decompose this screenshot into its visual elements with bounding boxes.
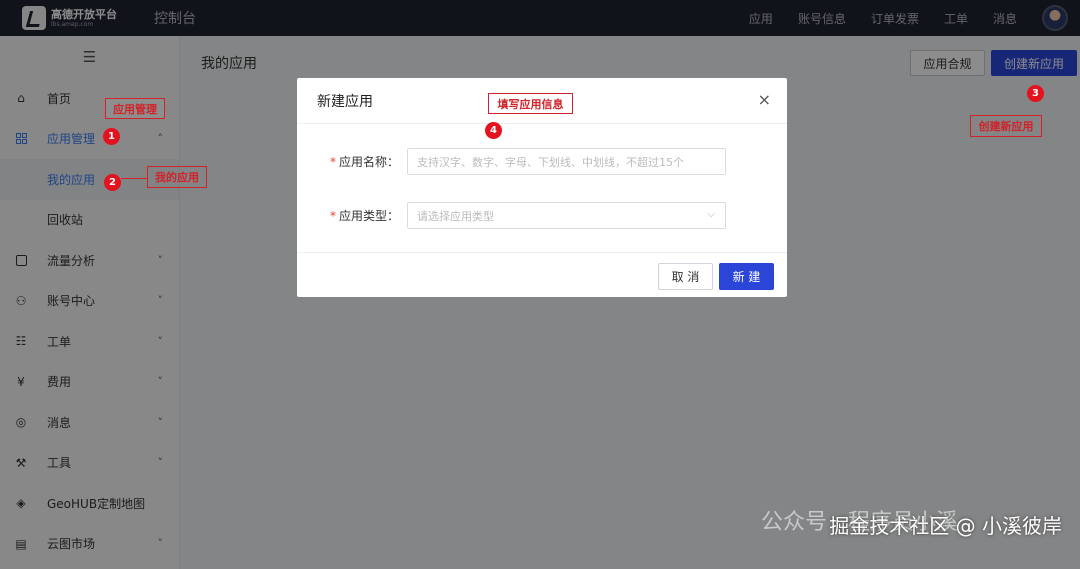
annotation-create-new-app: 创建新应用	[970, 115, 1042, 137]
watermark-text: 掘金技术社区 @ 小溪彼岸	[829, 514, 1062, 538]
required-mark: *	[329, 209, 336, 223]
app-name-label: * 应用名称：	[329, 155, 399, 169]
annotation-app-management: 应用管理	[105, 98, 165, 119]
cancel-button[interactable]: 取 消	[658, 263, 713, 290]
app-type-label: * 应用类型：	[329, 209, 399, 223]
annotation-badge-3: 3	[1027, 85, 1044, 102]
annotation-badge-2: 2	[104, 174, 121, 191]
required-mark: *	[329, 155, 336, 169]
create-button[interactable]: 新 建	[719, 263, 774, 290]
annotation-connector	[121, 178, 147, 179]
watermark: 掘金技术社区 @ 小溪彼岸	[829, 510, 1062, 539]
modal-title: 新建应用	[317, 93, 373, 110]
app-name-input[interactable]: 支持汉字、数字、字母、下划线、中划线，不超过15个	[407, 148, 726, 175]
chevron-down-icon: ⌵	[707, 209, 715, 220]
annotation-badge-4: 4	[485, 122, 502, 139]
annotation-fill-app-info: 填写应用信息	[488, 93, 573, 114]
app-name-row: * 应用名称： 支持汉字、数字、字母、下划线、中划线，不超过15个	[297, 148, 726, 175]
app-type-select[interactable]: 请选择应用类型 ⌵	[407, 202, 726, 229]
app-type-placeholder: 请选择应用类型	[417, 209, 494, 223]
app-name-placeholder: 支持汉字、数字、字母、下划线、中划线，不超过15个	[417, 155, 684, 169]
modal-footer: 取 消 新 建	[297, 252, 787, 297]
annotation-my-apps: 我的应用	[147, 166, 207, 188]
close-icon[interactable]: ×	[758, 92, 771, 108]
annotation-badge-1: 1	[103, 128, 120, 145]
app-type-row: * 应用类型： 请选择应用类型 ⌵	[297, 202, 726, 229]
